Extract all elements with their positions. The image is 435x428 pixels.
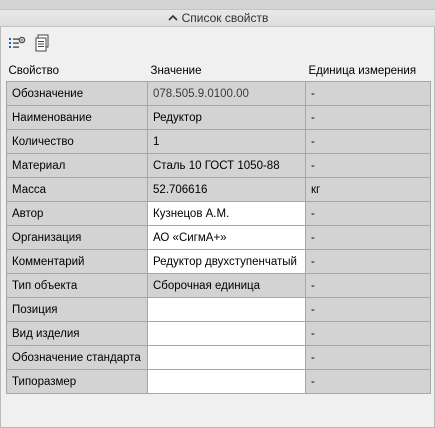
table-row[interactable]: Наименование Редуктор - [6, 105, 431, 130]
property-name-cell: Позиция [6, 297, 148, 322]
property-value-field[interactable] [147, 369, 306, 394]
panel-title: Список свойств [181, 11, 269, 25]
property-value-field[interactable]: Кузнецов А.М. [147, 201, 306, 226]
property-name-cell: Типоразмер [6, 369, 148, 394]
property-unit-cell: - [305, 273, 431, 298]
list-settings-icon [9, 36, 26, 48]
property-name-cell: Комментарий [6, 249, 148, 274]
property-name-cell: Обозначение стандарта [6, 345, 148, 370]
list-settings-button[interactable] [7, 33, 27, 53]
copy-document-button[interactable] [33, 33, 53, 53]
table-header-row: Свойство Значение Единица измерения [6, 60, 431, 82]
property-unit-cell: - [305, 129, 431, 154]
table-row[interactable]: Количество 1- [6, 129, 431, 154]
property-unit-cell: - [305, 105, 431, 130]
property-name-cell: Организация [6, 225, 148, 250]
property-name-cell: Вид изделия [6, 321, 148, 346]
collapse-toggle[interactable]: Список свойств [167, 11, 269, 25]
property-unit-cell: кг [305, 177, 431, 202]
property-value-cell: 1 [147, 129, 306, 154]
table-row[interactable]: Типоразмер - [6, 369, 431, 394]
property-unit-cell: - [305, 345, 431, 370]
property-name-cell: Тип объекта [6, 273, 148, 298]
property-name-cell: Материал [6, 153, 148, 178]
table-row[interactable]: Материал Сталь 10 ГОСТ 1050-88- [6, 153, 431, 178]
property-value-cell: 52.706616 [147, 177, 306, 202]
property-unit-cell: - [305, 225, 431, 250]
table-row[interactable]: Организация АО «СигмА+» - [6, 225, 431, 250]
column-header-value[interactable]: Значение [147, 60, 306, 82]
property-unit-cell: - [305, 153, 431, 178]
property-name-cell: Наименование [6, 105, 148, 130]
properties-table-container: Свойство Значение Единица измерения Обоз… [6, 60, 431, 394]
property-unit-cell: - [305, 297, 431, 322]
property-value-field[interactable]: Редуктор двухступенчатый [147, 249, 306, 274]
property-value-cell: Сталь 10 ГОСТ 1050-88 [147, 153, 306, 178]
property-value-field[interactable] [147, 321, 306, 346]
panel-top-band [0, 0, 435, 9]
table-row[interactable]: Обозначение 078.505.9.0100.00- [6, 81, 431, 106]
column-header-unit[interactable]: Единица измерения [305, 60, 431, 82]
property-unit-cell: - [305, 249, 431, 274]
property-name-cell: Масса [6, 177, 148, 202]
property-unit-cell: - [305, 369, 431, 394]
copy-document-icon [35, 34, 49, 52]
property-unit-cell: - [305, 321, 431, 346]
table-row[interactable]: Комментарий Редуктор двухступенчатый - [6, 249, 431, 274]
panel-header[interactable]: Список свойств [0, 9, 435, 27]
table-row[interactable]: Позиция - [6, 297, 431, 322]
chevron-up-icon[interactable] [167, 12, 179, 24]
property-value-field[interactable] [147, 345, 306, 370]
property-unit-cell: - [305, 201, 431, 226]
property-name-cell: Количество [6, 129, 148, 154]
property-value-cell: Сборочная единица [147, 273, 306, 298]
table-row[interactable]: Вид изделия - [6, 321, 431, 346]
column-header-property[interactable]: Свойство [6, 60, 148, 82]
property-name-cell: Автор [6, 201, 148, 226]
properties-table: Свойство Значение Единица измерения Обоз… [6, 60, 431, 394]
table-row[interactable]: Автор Кузнецов А.М. - [6, 201, 431, 226]
table-row[interactable]: Масса 52.706616 кг [6, 177, 431, 202]
table-row[interactable]: Тип объекта Сборочная единица - [6, 273, 431, 298]
property-value-field[interactable]: АО «СигмА+» [147, 225, 306, 250]
property-value-cell: 078.505.9.0100.00 [147, 81, 306, 106]
table-row[interactable]: Обозначение стандарта - [6, 345, 431, 370]
toolbar [0, 28, 435, 58]
property-value-field[interactable] [147, 297, 306, 322]
property-name-cell: Обозначение [6, 81, 148, 106]
property-value-cell: Редуктор [147, 105, 306, 130]
property-unit-cell: - [305, 81, 431, 106]
